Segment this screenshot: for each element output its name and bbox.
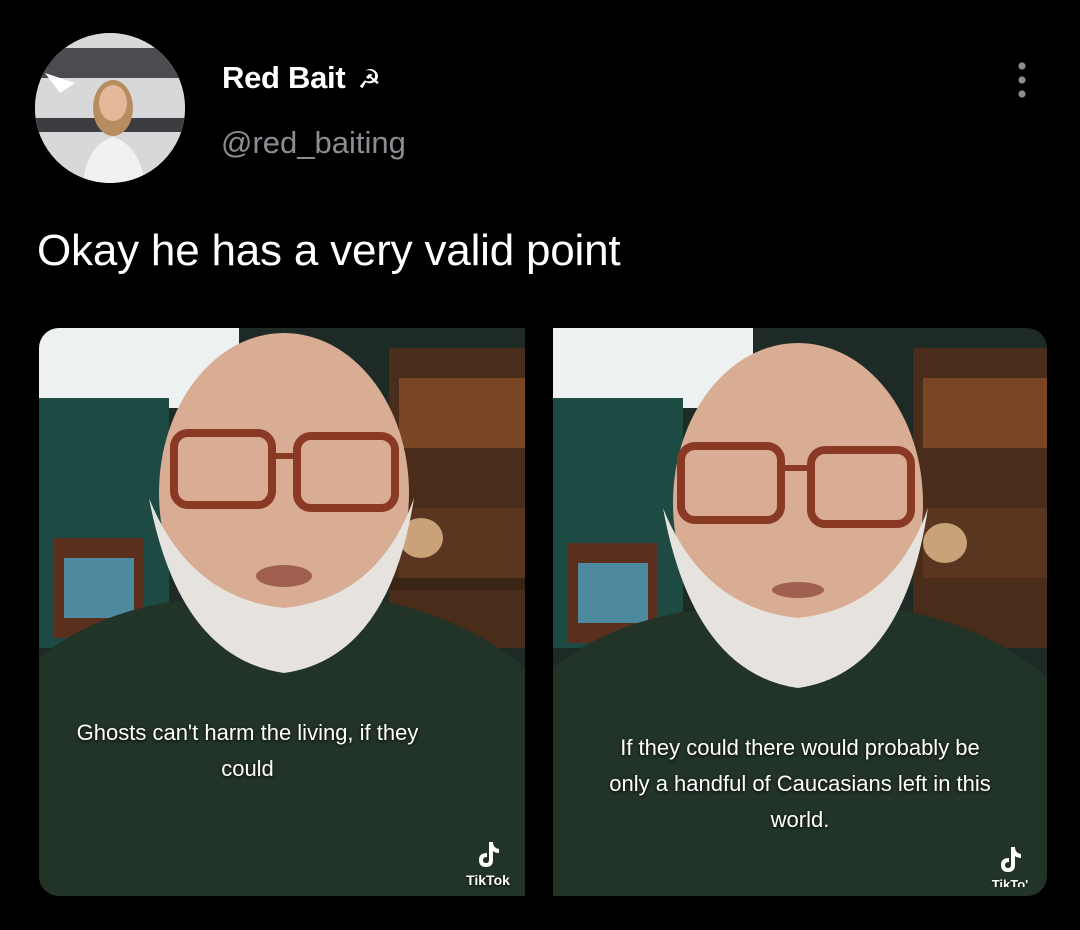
more-options-button[interactable]	[1016, 60, 1028, 100]
tweet-text: Okay he has a very valid point	[37, 226, 621, 275]
video-caption-2: If they could there would probably be on…	[609, 735, 991, 832]
tiktok-watermark-2: TikTo'	[980, 845, 1040, 887]
tiktok-logo-icon	[1001, 847, 1021, 872]
tiktok-logo-icon	[479, 842, 499, 867]
user-handle[interactable]: @red_baiting	[221, 125, 406, 161]
tiktok-watermark-1: TikTok	[458, 840, 518, 888]
media-image-1[interactable]	[39, 328, 525, 896]
tiktok-label: TikTok	[466, 872, 510, 888]
tiktok-label: TikTo'	[991, 877, 1029, 887]
display-name-text: Red Bait	[222, 60, 346, 95]
profile-avatar[interactable]	[35, 33, 185, 183]
avatar-image	[35, 33, 185, 183]
more-vertical-icon	[1018, 62, 1026, 98]
video-frame-1	[39, 328, 525, 896]
display-name[interactable]: Red Bait ☭	[222, 60, 381, 96]
hammer-sickle-icon: ☭	[357, 64, 381, 94]
video-caption-1: Ghosts can't harm the living, if they co…	[76, 720, 419, 781]
